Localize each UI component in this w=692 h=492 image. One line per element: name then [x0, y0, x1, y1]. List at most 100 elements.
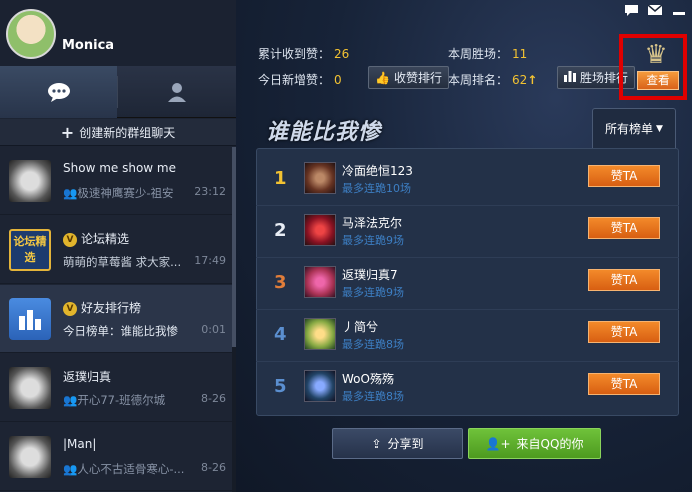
table-row: 1 冷面绝恒123 最多连跪10场 赞TA	[256, 154, 679, 206]
player-name: 冷面绝恒123	[342, 164, 413, 178]
leaderboard-icon	[9, 298, 51, 340]
new-group-label: 创建新的群组聊天	[79, 125, 176, 140]
vip-badge-icon: V	[63, 302, 77, 316]
new-likes-stat: 今日新增赞： 0	[258, 71, 342, 88]
avatar	[304, 318, 336, 350]
rank-number: 2	[274, 220, 287, 241]
player-name: 马泽法克尔	[342, 216, 403, 230]
player-stat: 最多连跪9场	[342, 234, 404, 247]
rank-number: 3	[274, 272, 287, 293]
list-item[interactable]: 论坛精选 V 论坛精选 萌萌的草莓酱 求大家... 17:49	[0, 216, 232, 284]
share-icon: ⇪	[371, 436, 382, 451]
list-item[interactable]: V 好友排行榜 今日榜单：谁能比我惨 0:01	[0, 285, 232, 353]
window-controls	[624, 4, 686, 16]
avatar	[9, 436, 51, 478]
like-button[interactable]: 赞TA	[588, 321, 660, 343]
sidebar: Monica + 创建新的群组聊天 Show me show me 👥极速神鹰赛…	[0, 0, 236, 492]
chat-message-text: 开心77-班德尔城	[77, 393, 166, 407]
list-item[interactable]: |Man| 👥人心不古适骨寒心-... 8-26	[0, 423, 232, 491]
week-rank-stat: 本周排名： 62↑	[448, 71, 537, 88]
share-label: 分享到	[387, 437, 424, 451]
chat-name: V 好友排行榜	[63, 299, 141, 316]
like-button[interactable]: 赞TA	[588, 269, 660, 291]
chat-message: 👥人心不古适骨寒心-...	[63, 461, 184, 477]
like-button[interactable]: 赞TA	[588, 165, 660, 187]
share-button[interactable]: ⇪ 分享到	[332, 428, 463, 459]
chat-message-text: 人心不古适骨寒心-...	[77, 462, 185, 476]
chat-name-text: 论坛精选	[81, 232, 130, 246]
board-title: 谁能比我惨	[266, 120, 382, 145]
chat-message: 👥开心77-班德尔城	[63, 392, 165, 408]
list-item[interactable]: Show me show me 👥极速神鹰赛少-祖安 23:12	[0, 147, 232, 215]
rank-up-arrow-icon: ↑	[527, 73, 538, 87]
table-row: 3 返璞归真7 最多连跪9场 赞TA	[256, 258, 679, 310]
vip-badge-icon: V	[63, 233, 77, 247]
add-friend-icon: 👤+	[485, 436, 511, 451]
total-likes-label: 累计收到赞：	[258, 47, 331, 61]
chat-message: 今日榜单：谁能比我惨	[63, 324, 178, 338]
tab-chats[interactable]	[0, 66, 117, 118]
avatar	[304, 266, 336, 298]
likes-rank-button[interactable]: 👍 收赞排行	[368, 66, 449, 89]
chat-time: 8-26	[201, 392, 226, 405]
board-select-dropdown[interactable]: 所有榜单 ▼	[592, 108, 676, 148]
chat-message: 萌萌的草莓酱 求大家...	[63, 255, 182, 269]
chat-bubble-icon	[47, 83, 70, 102]
rank-number: 5	[274, 376, 287, 397]
total-likes-value: 26	[334, 47, 350, 61]
chat-time: 17:49	[194, 254, 226, 267]
rank-number: 4	[274, 324, 287, 345]
rank-number: 1	[274, 168, 287, 189]
profile-header: Monica	[0, 0, 236, 66]
like-button[interactable]: 赞TA	[588, 217, 660, 239]
chat-name-text: 好友排行榜	[81, 301, 142, 315]
thumbs-up-icon: 👍	[375, 70, 390, 85]
feedback-icon[interactable]	[624, 4, 638, 16]
minimize-icon[interactable]	[672, 4, 686, 16]
new-group-chat-button[interactable]: + 创建新的群组聊天	[0, 119, 236, 146]
player-name: 返璞归真7	[342, 268, 398, 282]
avatar	[9, 160, 51, 202]
player-name: WoO殇殇	[342, 372, 394, 386]
week-wins-value: 11	[512, 47, 528, 61]
avatar	[304, 162, 336, 194]
table-row: 5 WoO殇殇 最多连跪8场 赞TA	[256, 362, 679, 414]
chat-name: 返璞归真	[63, 370, 112, 384]
chat-name: V 论坛精选	[63, 230, 129, 247]
list-item[interactable]: 返璞归真 👥开心77-班德尔城 8-26	[0, 354, 232, 422]
chat-time: 0:01	[201, 323, 226, 336]
avatar[interactable]	[6, 9, 56, 59]
person-icon	[167, 83, 186, 102]
user-name: Monica	[62, 38, 115, 53]
from-qq-button[interactable]: 👤+ 来自QQ的你	[468, 428, 601, 459]
likes-rank-label: 收赞排行	[393, 71, 442, 85]
main-panel: 累计收到赞： 26 今日新增赞： 0 本周胜场： 11 本周排名： 62↑ 👍 收赞排行 …	[236, 0, 692, 492]
week-rank-label: 本周排名：	[448, 73, 509, 87]
chat-time: 23:12	[194, 185, 226, 198]
player-stat: 最多连跪10场	[342, 182, 411, 195]
mail-icon[interactable]	[648, 4, 662, 16]
player-stat: 最多连跪9场	[342, 286, 404, 299]
chat-name: Show me show me	[63, 161, 176, 175]
sidebar-tabs	[0, 66, 236, 118]
tab-contacts[interactable]	[118, 66, 235, 118]
highlight-box	[619, 34, 687, 100]
player-name: 丿简兮	[342, 320, 379, 334]
chat-message-text: 极速神鹰赛少-祖安	[77, 186, 174, 200]
week-wins-label: 本周胜场：	[448, 47, 509, 61]
from-qq-label: 来自QQ的你	[516, 437, 584, 451]
table-row: 4 丿简兮 最多连跪8场 赞TA	[256, 310, 679, 362]
bar-chart-icon	[564, 70, 576, 85]
group-icon: 👥	[63, 393, 78, 407]
avatar	[304, 214, 336, 246]
avatar	[304, 370, 336, 402]
player-stat: 最多连跪8场	[342, 338, 404, 351]
new-likes-label: 今日新增赞：	[258, 73, 331, 87]
like-button[interactable]: 赞TA	[588, 373, 660, 395]
plus-icon: +	[60, 122, 75, 142]
week-wins-stat: 本周胜场： 11	[448, 45, 527, 62]
chat-list: Show me show me 👥极速神鹰赛少-祖安 23:12 论坛精选 V论…	[0, 147, 232, 492]
new-likes-value: 0	[334, 73, 342, 87]
chat-message: 👥极速神鹰赛少-祖安	[63, 185, 173, 201]
caret-down-icon: ▼	[656, 123, 663, 134]
